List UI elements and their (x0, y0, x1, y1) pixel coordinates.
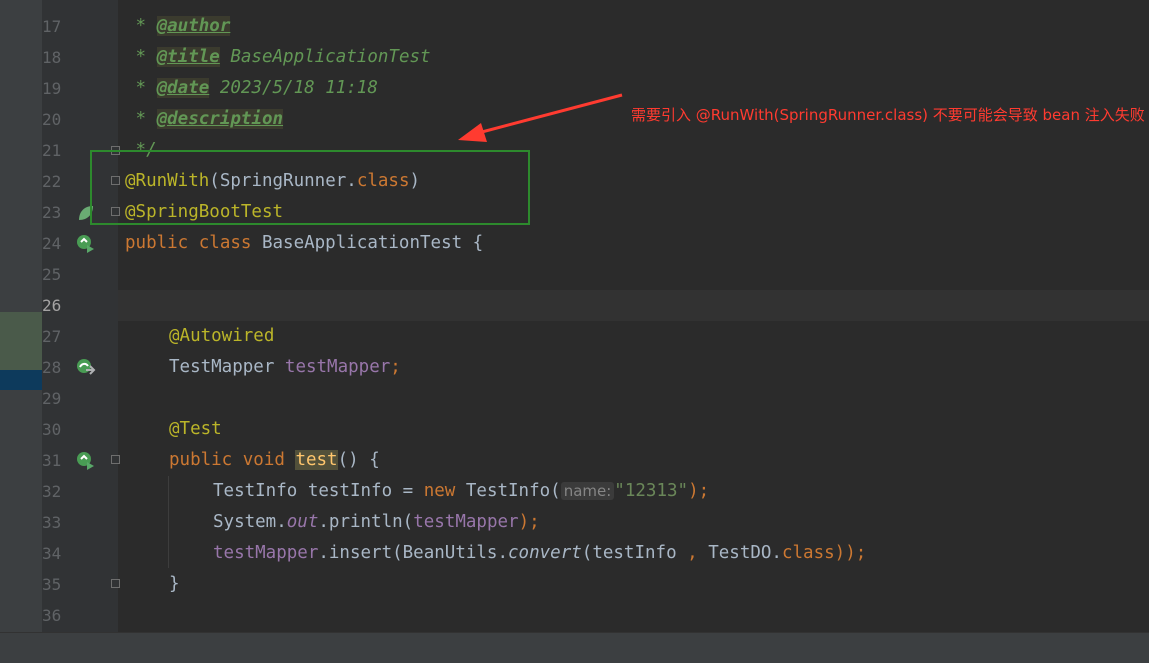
status-bar (0, 632, 1149, 663)
annotation-note: 需要引入 @RunWith(SpringRunner.class) 不要可能会导… (631, 106, 1145, 124)
annotation-arrow (458, 93, 623, 142)
